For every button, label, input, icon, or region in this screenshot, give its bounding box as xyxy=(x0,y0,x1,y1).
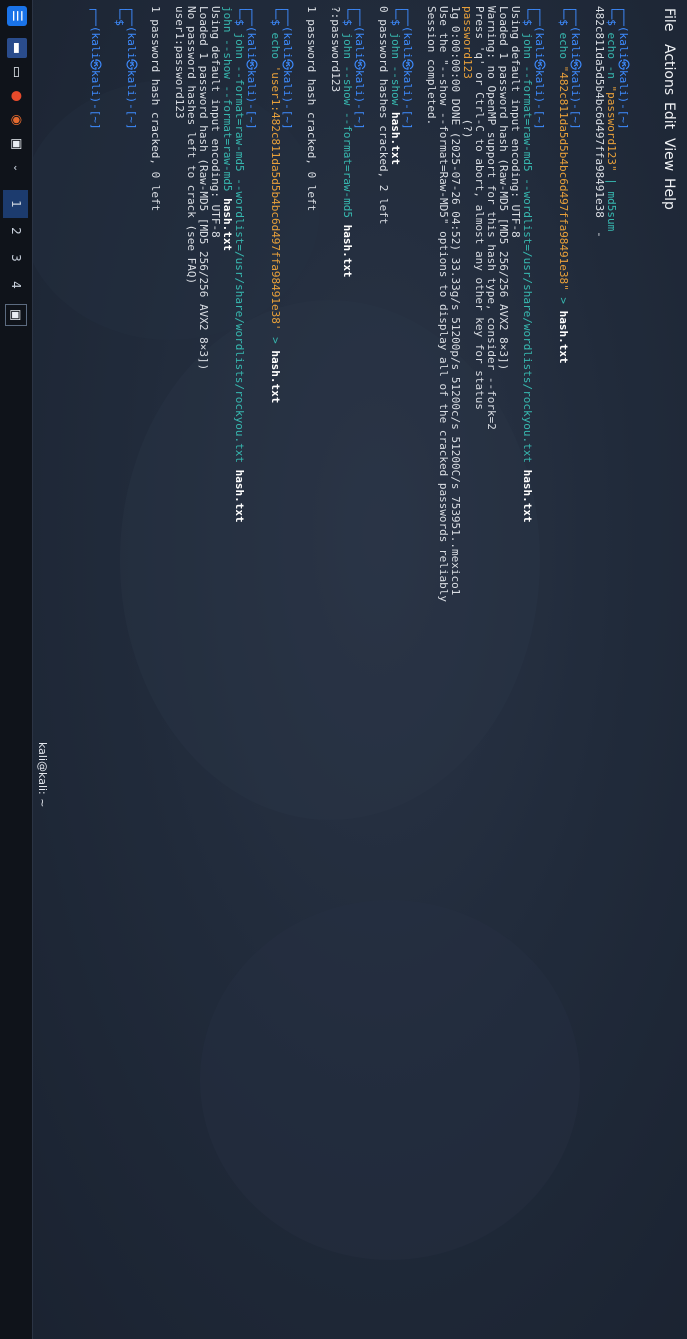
command-options: --format=raw-md5 --wordlist=/usr/share/w… xyxy=(521,65,534,470)
output-line: 1g 0:00:00:00 DONE (2025-07-26 04:52) 33… xyxy=(449,6,462,596)
prompt-dollar: └─$ xyxy=(269,6,282,26)
workspace-4[interactable]: 4 xyxy=(7,276,25,294)
cracked-password: password123 xyxy=(461,6,474,79)
command-name: john xyxy=(521,32,534,60)
prompt-head: ┌──(kali㉿kali)-[~] xyxy=(353,6,366,130)
command-options: --show --format=raw-md5 xyxy=(341,65,354,225)
files-icon[interactable]: ▬ xyxy=(7,38,27,58)
prompt-head: ┌──(kali㉿kali)-[~] xyxy=(125,6,138,130)
prompt-dollar: └─$ xyxy=(605,6,618,26)
output-line: Loaded 1 password hash (Raw-MD5 [MD5 256… xyxy=(197,6,210,371)
command-options: --show --format=raw-md5 xyxy=(221,39,234,199)
taskbar: ☰ ▬ ▭ ● ◉ ▣ ⌄ 1 2 3 4 ▣ xyxy=(0,0,33,1339)
firefox-icon[interactable]: ● xyxy=(7,86,27,106)
prompt-head: ┌──(kali㉿kali)-[~] xyxy=(281,6,294,130)
command-file: hash.txt xyxy=(341,224,354,278)
command-name: john xyxy=(389,32,402,60)
desktop: File Actions Edit View Help ┌──(kali㉿kal… xyxy=(0,0,687,1339)
command-name: john xyxy=(341,32,354,60)
prompt-dollar: └─$ xyxy=(233,6,246,26)
command-string: "482c811da5d5b4bc6d497ffa98491e38" xyxy=(557,65,570,291)
command-name: john xyxy=(221,6,234,33)
command-file: hash.txt xyxy=(233,469,246,523)
prompt-head: ┌──(kali㉿kali)-[~] xyxy=(245,6,258,130)
output-line: Loaded 1 password hash (Raw-MD5 [MD5 256… xyxy=(497,6,510,371)
prompt-dollar: └─$ xyxy=(113,6,126,26)
command-redirect: > xyxy=(557,290,570,311)
command-file: hash.txt xyxy=(521,469,534,523)
output-line: Press 'q' or Ctrl-C to abort, almost any… xyxy=(473,6,486,410)
window-title: kali@kali: ~ xyxy=(36,742,49,808)
command-name: john xyxy=(233,32,246,60)
terminal-output[interactable]: ┌──(kali㉿kali)-[~] └─$ echo -n "password… xyxy=(37,0,687,1339)
output-line: Using default input encoding: UTF-8 xyxy=(209,6,222,238)
output-line: No password hashes left to crack (see FA… xyxy=(185,6,198,285)
output-line: Warning: no OpenMP support for this hash… xyxy=(485,6,498,430)
command-file: hash.txt xyxy=(389,111,402,165)
command-name: echo xyxy=(269,32,282,60)
prompt-dollar: └─$ xyxy=(389,6,402,26)
output-line: 1 password hash cracked, 0 left xyxy=(149,6,162,212)
prompt-head: ┌──(kali㉿kali)-[~] xyxy=(533,6,546,130)
output-line: 1 password hash cracked, 0 left xyxy=(305,6,318,212)
command-options: --format=raw-md5 --wordlist=/usr/share/w… xyxy=(233,65,246,470)
output-line: Session completed. xyxy=(425,6,438,126)
kali-menu-icon[interactable]: ☰ xyxy=(7,6,27,26)
prompt-dollar: └─$ xyxy=(341,6,354,26)
password-suffix: (?) xyxy=(461,78,474,139)
output-line: ?:password123 xyxy=(329,6,342,93)
command-file: hash.txt xyxy=(221,198,234,252)
command-string: 'user1:482c811da5d5b4bc6d497ffa98491e38' xyxy=(269,65,282,331)
command-file: hash.txt xyxy=(269,350,282,404)
command-options: --show xyxy=(389,65,402,112)
output-line: Using default input encoding: UTF-8 xyxy=(509,6,522,238)
workspace-2[interactable]: 2 xyxy=(7,222,25,240)
prompt-dollar: └─$ xyxy=(557,6,570,26)
prompt-head: ┌──(kali㉿kali)-[~] xyxy=(569,6,582,130)
output-line: Use the "--show --format=Raw-MD5" option… xyxy=(437,6,450,603)
command-redirect: > xyxy=(269,330,282,351)
prompt-dollar: └─$ xyxy=(521,6,534,26)
rotated-screen: File Actions Edit View Help ┌──(kali㉿kal… xyxy=(0,0,687,1339)
output-line: 482c811da5d5b4bc6d497ffa98491e38 - xyxy=(593,6,606,238)
terminal-launcher-icon[interactable]: ▣ xyxy=(7,134,27,154)
prompt-head: ┌──(kali㉿kali)-[~] xyxy=(89,6,102,130)
prompt-head: ┌──(kali㉿kali)-[~] xyxy=(617,6,630,130)
command-name: echo xyxy=(605,32,618,60)
workspace-3[interactable]: 3 xyxy=(7,249,25,267)
command-string: "password123" xyxy=(605,85,618,172)
output-line: user1:password123 xyxy=(173,6,186,119)
terminal-window-task-icon[interactable]: ▣ xyxy=(5,304,27,326)
workspace-1[interactable]: 1 xyxy=(7,195,25,213)
terminal-icon[interactable]: ▭ xyxy=(7,62,27,82)
command-file: hash.txt xyxy=(557,310,570,364)
command-option: -n xyxy=(605,65,618,79)
app-icon[interactable]: ◉ xyxy=(7,110,27,130)
chevron-down-icon[interactable]: ⌄ xyxy=(7,158,27,178)
command-name: echo xyxy=(557,32,570,60)
command-pipe: | md5sum xyxy=(605,171,618,232)
output-line: 0 password hashes cracked, 2 left xyxy=(377,6,390,225)
prompt-head: ┌──(kali㉿kali)-[~] xyxy=(401,6,414,130)
